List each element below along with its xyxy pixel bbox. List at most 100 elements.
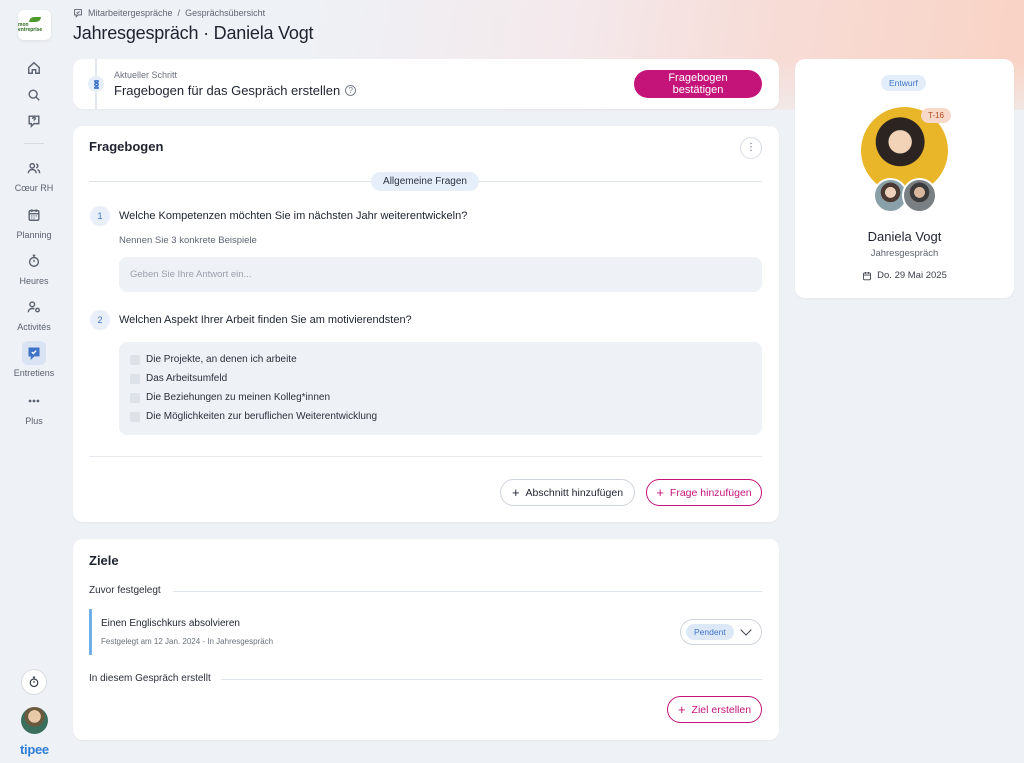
questionnaire-divider xyxy=(89,456,762,457)
questionnaire-heading: Fragebogen xyxy=(89,139,164,154)
time-tracker-button[interactable] xyxy=(21,669,47,695)
sidebar-item-label: Cœur RH xyxy=(14,183,54,193)
manager-avatar[interactable] xyxy=(902,178,937,213)
question-text: Welche Kompetenzen möchten Sie im nächst… xyxy=(119,210,468,222)
option-label: Das Arbeitsumfeld xyxy=(146,373,228,384)
status-badge: Pendent xyxy=(686,624,734,640)
sidebar-item-search[interactable] xyxy=(0,83,68,107)
goal-meta: Festgelegt am 12 Jan. 2024 - In Jahresge… xyxy=(101,637,274,646)
interview-type: Jahresgespräch xyxy=(870,248,939,259)
answer-input[interactable] xyxy=(119,257,762,292)
countdown-badge: T-16 xyxy=(921,108,952,123)
home-icon xyxy=(22,56,46,80)
company-logo[interactable]: mon entreprise xyxy=(18,10,51,40)
goal-status-dropdown[interactable]: Pendent xyxy=(680,619,762,645)
interview-icon xyxy=(22,341,46,365)
step-kicker: Aktueller Schritt xyxy=(114,70,178,80)
breadcrumb-separator: / xyxy=(177,8,181,18)
goal-title: Einen Englischkurs absolvieren xyxy=(101,618,240,629)
calendar-icon xyxy=(22,203,46,227)
plus-icon: + xyxy=(656,485,664,500)
previously-set-label: Zuvor festgelegt xyxy=(89,585,161,596)
option-item[interactable]: Die Möglichkeiten zur beruflichen Weiter… xyxy=(130,411,377,422)
logo-text: mon entreprise xyxy=(18,22,43,33)
dots-icon xyxy=(22,389,46,413)
help-chat-icon xyxy=(22,109,46,133)
option-label: Die Möglichkeiten zur beruflichen Weiter… xyxy=(146,411,378,422)
add-section-label: Abschnitt hinzufügen xyxy=(525,486,624,499)
current-step-card: Aktueller Schritt Fragebogen für das Ges… xyxy=(73,59,779,109)
interview-date-text: Do. 29 Mai 2025 xyxy=(877,270,947,281)
plus-icon: + xyxy=(677,702,686,717)
goals-heading: Ziele xyxy=(89,553,119,568)
page-title: Jahresgespräch · Daniela Vogt xyxy=(73,23,314,43)
add-question-button[interactable]: + Frage hinzufügen xyxy=(646,479,762,506)
sidebar-item-activites[interactable]: Activités xyxy=(0,295,68,332)
created-here-label: In diesem Gespräch erstellt xyxy=(89,673,211,684)
calendar-icon xyxy=(863,271,872,280)
breadcrumb-item-interviews[interactable]: Mitarbeitergespräche xyxy=(88,8,173,18)
add-section-button[interactable]: + Abschnitt hinzufügen xyxy=(500,479,635,506)
section-label: Allgemeine Fragen xyxy=(371,172,479,191)
interview-icon xyxy=(74,9,82,18)
breadcrumb: Mitarbeitergespräche / Gesprächsübersich… xyxy=(73,8,265,18)
chevron-down-icon xyxy=(740,624,752,636)
sidebar-item-help[interactable] xyxy=(0,109,68,133)
user-avatar[interactable] xyxy=(21,707,48,734)
checkbox[interactable] xyxy=(130,373,140,384)
section-divider xyxy=(221,679,762,680)
interview-date: Do. 29 Mai 2025 xyxy=(795,270,1014,281)
stopwatch-icon xyxy=(22,249,46,273)
more-options-button[interactable]: ⋮ xyxy=(740,137,762,159)
question-hint: Nennen Sie 3 konkrete Beispiele xyxy=(119,235,257,246)
sidebar-item-plus[interactable]: Plus xyxy=(0,389,68,426)
plus-icon: + xyxy=(511,485,520,500)
breadcrumb-item-overview[interactable]: Gesprächsübersicht xyxy=(185,8,265,18)
sidebar-item-label: Activités xyxy=(17,322,51,332)
sidebar-item-coeur-rh[interactable]: Cœur RH xyxy=(0,156,68,193)
confirm-questionnaire-button[interactable]: Fragebogen bestätigen xyxy=(634,70,762,98)
hourglass-icon xyxy=(88,76,104,92)
status-badge: Entwurf xyxy=(881,75,926,91)
checkbox[interactable] xyxy=(130,411,140,422)
options-list: Die Projekte, an denen ich arbeite Das A… xyxy=(119,342,762,435)
sidebar-item-entretiens[interactable]: Entretiens xyxy=(0,341,68,378)
checkbox[interactable] xyxy=(130,392,140,403)
sidebar-item-label: Entretiens xyxy=(13,368,55,378)
sidebar-item-home[interactable] xyxy=(0,56,68,80)
option-item[interactable]: Die Projekte, an denen ich arbeite xyxy=(130,354,297,365)
participant-card: Entwurf T-16 Daniela Vogt Jahresgespräch… xyxy=(795,59,1014,298)
option-item[interactable]: Das Arbeitsumfeld xyxy=(130,373,227,384)
option-label: Die Projekte, an denen ich arbeite xyxy=(146,354,297,365)
user-gear-icon xyxy=(22,295,46,319)
sidebar: mon entreprise Cœur RH Planning Heures A… xyxy=(0,0,68,763)
help-icon[interactable]: ? xyxy=(345,85,357,96)
question-number: 1 xyxy=(90,206,110,226)
sidebar-divider xyxy=(24,143,44,144)
sidebar-item-planning[interactable]: Planning xyxy=(0,203,68,240)
step-title: Fragebogen für das Gespräch erstellen ? xyxy=(114,83,357,98)
create-goal-label: Ziel erstellen xyxy=(691,703,752,716)
people-icon xyxy=(22,156,46,180)
search-icon xyxy=(22,83,46,107)
create-goal-button[interactable]: + Ziel erstellen xyxy=(667,696,762,723)
checkbox[interactable] xyxy=(130,354,140,365)
question-text: Welchen Aspekt Ihrer Arbeit finden Sie a… xyxy=(119,314,412,326)
leaf-icon xyxy=(28,17,41,22)
sidebar-item-heures[interactable]: Heures xyxy=(0,249,68,286)
goal-item[interactable]: Einen Englischkurs absolvieren Festgeleg… xyxy=(89,609,762,655)
option-label: Die Beziehungen zu meinen Kolleg*innen xyxy=(146,392,331,403)
sidebar-item-label: Heures xyxy=(19,276,49,286)
goals-card: Ziele Zuvor festgelegt Einen Englischkur… xyxy=(73,539,779,740)
section-divider xyxy=(173,591,762,592)
stopwatch-icon xyxy=(29,676,39,688)
employee-name: Daniela Vogt xyxy=(867,229,942,244)
tipee-logo: tipee xyxy=(20,742,49,757)
questionnaire-card: Fragebogen ⋮ Allgemeine Fragen 1 Welche … xyxy=(73,126,779,522)
add-question-label: Frage hinzufügen xyxy=(669,486,752,499)
step-title-text: Fragebogen für das Gespräch erstellen xyxy=(114,83,341,98)
option-item[interactable]: Die Beziehungen zu meinen Kolleg*innen xyxy=(130,392,330,403)
sidebar-item-label: Planning xyxy=(16,230,52,240)
question-number: 2 xyxy=(90,310,110,330)
sidebar-item-label: Plus xyxy=(25,416,43,426)
